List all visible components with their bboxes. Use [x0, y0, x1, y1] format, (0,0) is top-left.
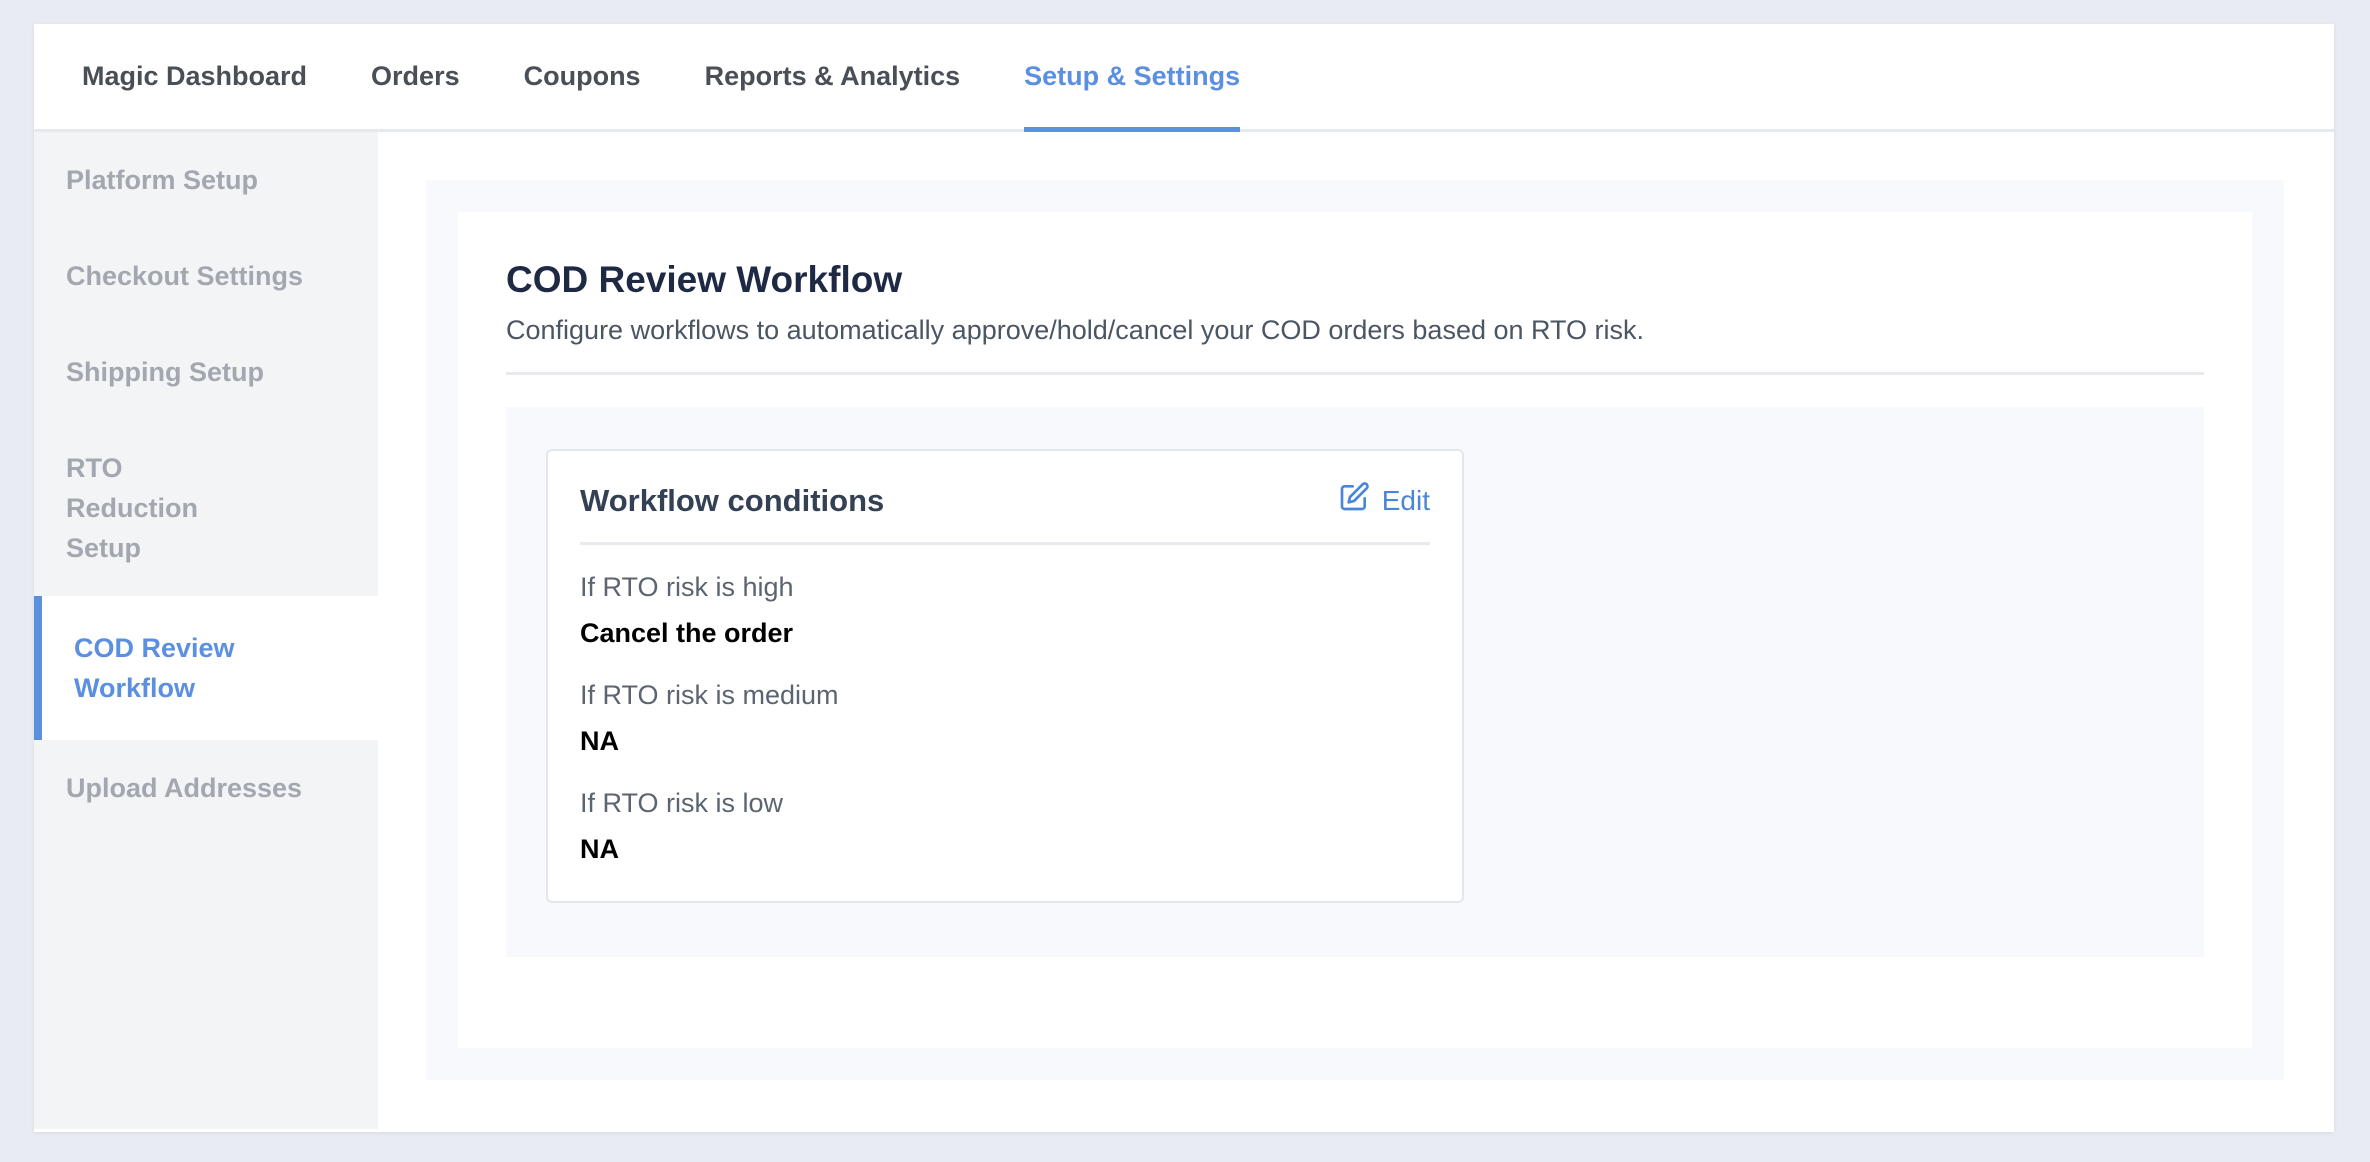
card-header: Workflow conditions Edit: [580, 481, 1430, 545]
top-navigation: Magic Dashboard Orders Coupons Reports &…: [34, 24, 2334, 132]
tab-orders[interactable]: Orders: [371, 24, 460, 129]
condition-label: If RTO risk is low: [580, 788, 784, 818]
workflow-conditions-card: Workflow conditions Edit If RTO risk is …: [546, 449, 1464, 903]
tab-reports-analytics[interactable]: Reports & Analytics: [705, 24, 961, 129]
tab-magic-dashboard[interactable]: Magic Dashboard: [82, 24, 307, 129]
condition-medium: If RTO risk is medium NA: [580, 677, 1430, 759]
divider: [506, 372, 2204, 375]
tab-setup-settings[interactable]: Setup & Settings: [1024, 24, 1241, 132]
page-subtitle: Configure workflows to automatically app…: [506, 315, 1645, 345]
main-content: COD Review Workflow Configure workflows …: [378, 132, 2334, 1129]
sidebar-item-checkout-settings[interactable]: Checkout Settings: [34, 228, 378, 324]
condition-value: Cancel the order: [580, 618, 794, 648]
tab-coupons[interactable]: Coupons: [524, 24, 641, 129]
edit-icon: [1338, 481, 1370, 520]
edit-label: Edit: [1381, 484, 1430, 516]
sidebar-item-shipping-setup[interactable]: Shipping Setup: [34, 324, 378, 420]
condition-value: NA: [580, 726, 619, 756]
condition-label: If RTO risk is medium: [580, 680, 839, 710]
workflow-area: Workflow conditions Edit If RTO risk is …: [506, 407, 2204, 957]
sidebar-item-cod-review-workflow[interactable]: COD Review Workflow: [34, 596, 378, 740]
sidebar-item-rto-reduction-setup[interactable]: RTO Reduction Setup: [34, 420, 274, 596]
inner-panel: COD Review Workflow Configure workflows …: [458, 212, 2252, 1048]
edit-button[interactable]: Edit: [1338, 481, 1430, 520]
condition-label: If RTO risk is high: [580, 572, 794, 602]
settings-sidebar: Platform Setup Checkout Settings Shippin…: [34, 132, 378, 1129]
sidebar-item-upload-addresses[interactable]: Upload Addresses: [34, 740, 378, 836]
sidebar-item-platform-setup[interactable]: Platform Setup: [34, 132, 378, 228]
app-window: Magic Dashboard Orders Coupons Reports &…: [34, 24, 2334, 1132]
content-body: Platform Setup Checkout Settings Shippin…: [34, 132, 2334, 1129]
condition-high: If RTO risk is high Cancel the order: [580, 569, 1430, 651]
page-title: COD Review Workflow: [506, 259, 903, 300]
outer-panel: COD Review Workflow Configure workflows …: [426, 180, 2284, 1080]
card-title: Workflow conditions: [580, 482, 885, 518]
condition-low: If RTO risk is low NA: [580, 785, 1430, 867]
condition-value: NA: [580, 834, 619, 864]
